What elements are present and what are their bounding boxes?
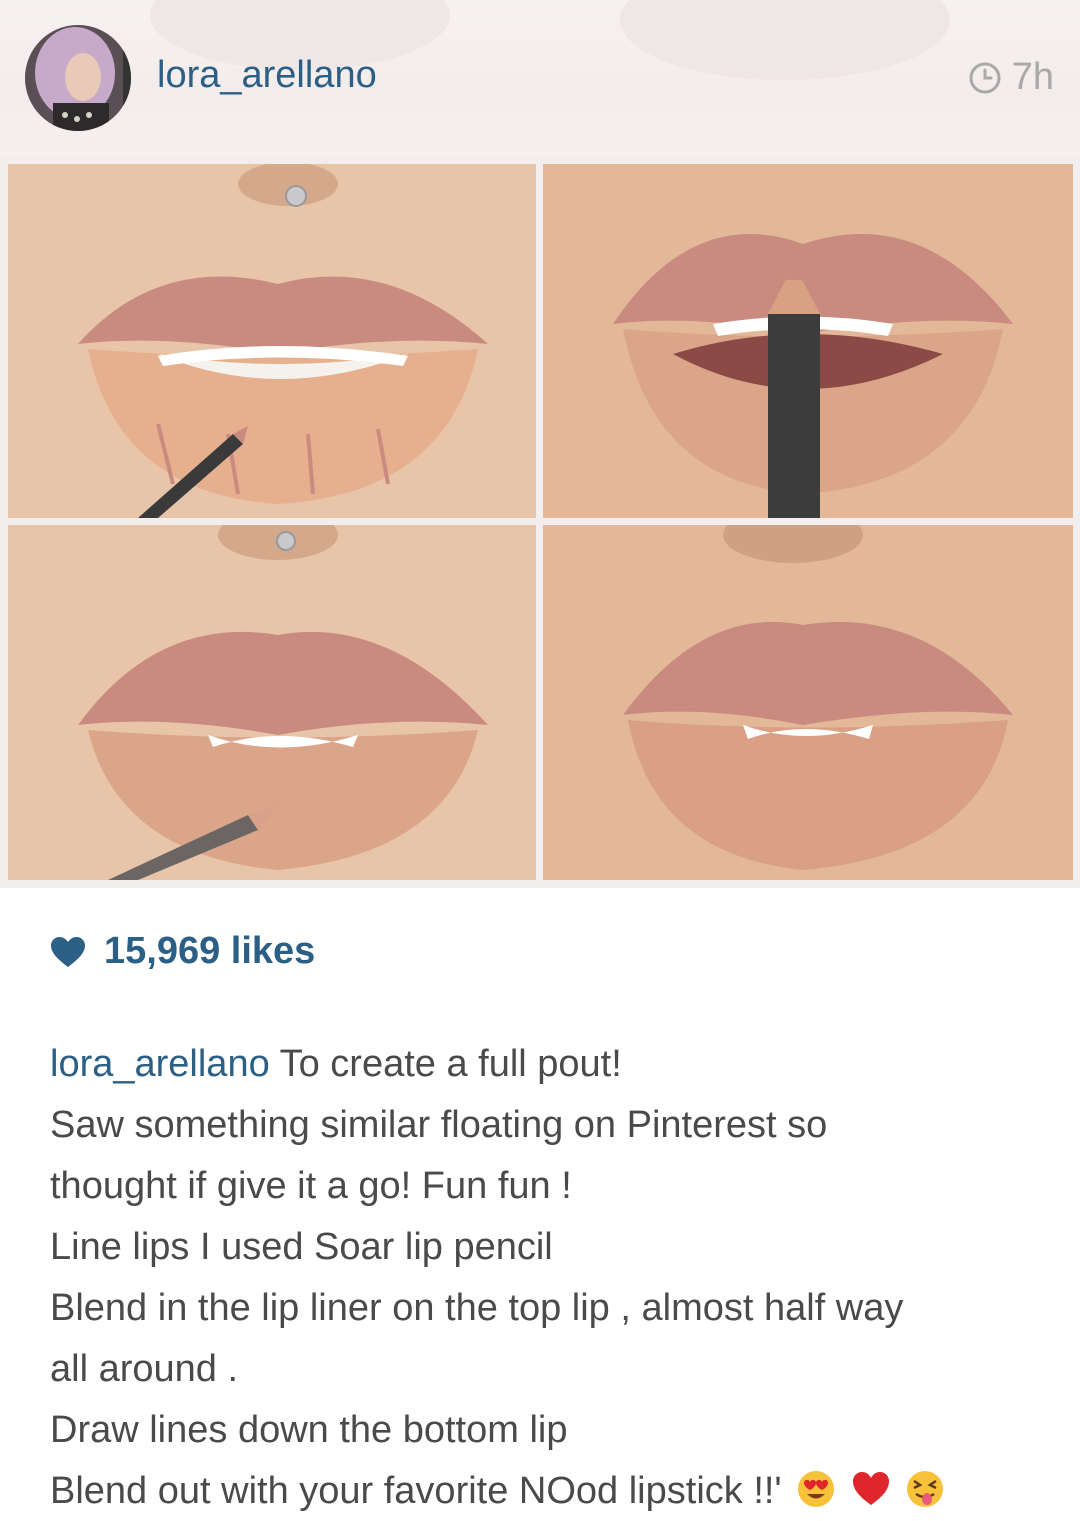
post-caption: lora_arellano To create a full pout! Saw… [50, 1034, 1040, 1521]
post-username[interactable]: lora_arellano [157, 54, 377, 97]
caption-line: all around . [50, 1348, 239, 1390]
caption-first-line: lora_arellano To create a full pout! [50, 1034, 1040, 1095]
caption-line: Draw lines down the bottom lip [50, 1409, 568, 1451]
photo-panel-4 [543, 525, 1073, 880]
photo-panel-2 [543, 164, 1073, 518]
photo-panel-1 [8, 164, 536, 518]
likes-row[interactable]: 15,969 likes [50, 930, 315, 973]
instagram-post: lora_arellano 7h 15,969 likes lora_arell… [0, 0, 1080, 1521]
caption-author[interactable]: lora_arellano [50, 1043, 270, 1085]
likes-count[interactable]: 15,969 likes [104, 930, 315, 973]
post-header: lora_arellano 7h [0, 0, 1080, 158]
caption-line: thought if give it a go! Fun fun ! [50, 1165, 572, 1207]
post-photo[interactable] [0, 158, 1080, 888]
caption-line: Saw something similar floating on Pinter… [50, 1104, 828, 1146]
caption-line: Blend in the lip liner on the top lip , … [50, 1287, 904, 1329]
caption-line: Blend out with your favorite NOod lipsti… [50, 1470, 782, 1512]
post-timestamp: 7h [968, 56, 1054, 99]
avatar-image [25, 25, 131, 131]
red-heart-icon [851, 1467, 891, 1507]
caption-line: Line lips I used Soar lip pencil [50, 1226, 553, 1268]
heart-icon[interactable] [50, 936, 86, 968]
caption-last-line: Blend out with your favorite NOod lipsti… [50, 1461, 1040, 1521]
avatar[interactable] [25, 25, 131, 131]
photo-panel-3 [8, 525, 536, 880]
heart-eyes-face-icon [796, 1467, 836, 1507]
caption-text: To create a full pout! [279, 1043, 622, 1085]
squinting-tongue-face-icon [905, 1467, 945, 1507]
time-ago: 7h [1011, 56, 1054, 98]
clock-icon [968, 61, 1002, 95]
